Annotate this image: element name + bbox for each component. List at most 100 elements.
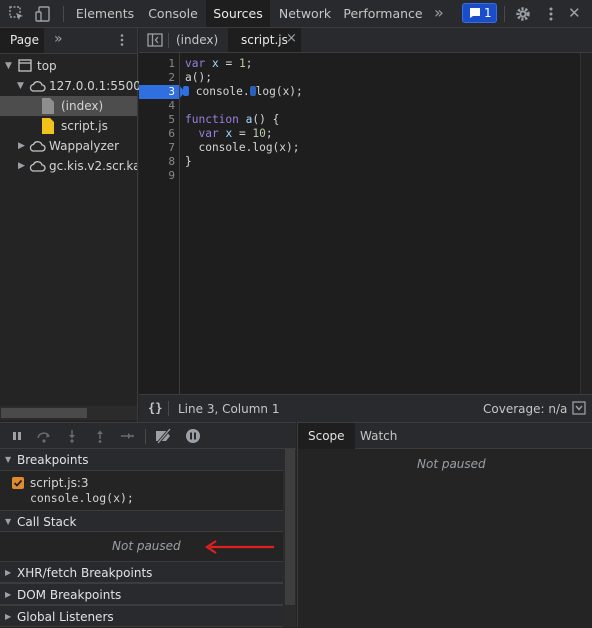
call-stack-content: Not paused bbox=[0, 533, 283, 561]
tab-console[interactable]: Console bbox=[140, 0, 206, 27]
collapsed-arrow-icon: ▶ bbox=[5, 590, 12, 599]
tree-item-label: gc.kis.v2.scr.kasp bbox=[49, 159, 137, 173]
kebab-menu-icon[interactable] bbox=[116, 33, 128, 47]
section-breakpoints[interactable]: ▼ Breakpoints bbox=[0, 449, 283, 471]
line-number[interactable]: 9 bbox=[145, 169, 175, 183]
close-tab-icon[interactable]: × bbox=[286, 31, 297, 46]
more-panels-icon[interactable]: » bbox=[54, 31, 63, 47]
section-title: Global Listeners bbox=[17, 610, 114, 624]
divider bbox=[168, 33, 169, 48]
section-xhr-breakpoints[interactable]: ▶ XHR/fetch Breakpoints bbox=[0, 561, 283, 583]
close-icon[interactable]: ✕ bbox=[568, 4, 586, 22]
tree-item-localhost[interactable]: ▼ 127.0.0.1:5500 bbox=[0, 76, 141, 96]
editor-tab-label: script.js bbox=[241, 33, 288, 47]
coverage-status: Coverage: n/a bbox=[483, 402, 568, 416]
inspect-element-icon[interactable] bbox=[8, 5, 26, 23]
step-out-icon[interactable] bbox=[93, 429, 107, 443]
pretty-print-icon[interactable]: {} bbox=[148, 401, 162, 415]
code-line-2: a(); bbox=[185, 71, 212, 84]
kebab-menu-icon[interactable] bbox=[542, 5, 560, 23]
tab-page-label: Page bbox=[10, 33, 40, 47]
tree-item-kaspersky[interactable]: ▶ gc.kis.v2.scr.kasp bbox=[0, 156, 137, 176]
line-number[interactable]: 4 bbox=[145, 99, 175, 113]
tree-item-label: script.js bbox=[61, 119, 108, 133]
line-number[interactable]: 3 bbox=[145, 85, 175, 99]
expand-arrow-icon[interactable]: ▼ bbox=[17, 76, 27, 96]
section-call-stack[interactable]: ▼ Call Stack bbox=[0, 510, 283, 532]
expand-arrow-icon[interactable]: ▼ bbox=[5, 56, 15, 76]
pause-icon[interactable] bbox=[10, 429, 24, 443]
show-drawer-icon[interactable] bbox=[572, 401, 586, 415]
line-number[interactable]: 6 bbox=[145, 127, 175, 141]
tab-sources[interactable]: Sources bbox=[206, 0, 270, 27]
issues-icon bbox=[469, 7, 481, 19]
breakpoint-item[interactable]: script.js:3 console.log(x); bbox=[0, 471, 283, 509]
divider bbox=[168, 401, 169, 416]
line-number[interactable]: 2 bbox=[145, 71, 175, 85]
scrollbar-thumb[interactable] bbox=[285, 449, 295, 605]
tab-watch[interactable]: Watch bbox=[350, 423, 407, 449]
collapsed-arrow-icon[interactable]: ▶ bbox=[18, 156, 28, 176]
vertical-scrollbar[interactable] bbox=[580, 53, 592, 394]
tree-item-label: Wappalyzer bbox=[49, 139, 120, 153]
tree-item-label: top bbox=[37, 59, 57, 73]
tree-item-index[interactable]: (index) bbox=[0, 96, 137, 116]
code-line-8: } bbox=[185, 155, 192, 168]
step-into-icon[interactable] bbox=[65, 429, 79, 443]
frame-icon bbox=[18, 59, 32, 72]
call-stack-status: Not paused bbox=[112, 539, 181, 553]
code-editor[interactable]: 1 2 3 4 5 6 7 8 9 var x = 1; a(); consol… bbox=[139, 53, 592, 394]
tab-network[interactable]: Network bbox=[270, 0, 340, 27]
scrollbar-thumb[interactable] bbox=[1, 408, 87, 418]
tab-scope[interactable]: Scope bbox=[298, 423, 355, 449]
cursor-position: Line 3, Column 1 bbox=[178, 402, 280, 416]
pause-on-exceptions-icon[interactable] bbox=[185, 428, 200, 443]
scope-watch-pane: Scope Watch Not paused bbox=[297, 422, 592, 627]
tree-item-top[interactable]: ▼ top bbox=[0, 56, 137, 76]
line-gutter[interactable]: 1 2 3 4 5 6 7 8 9 bbox=[139, 53, 180, 394]
editor-tab-script-js[interactable]: script.js × bbox=[228, 28, 301, 52]
horizontal-scrollbar[interactable] bbox=[0, 406, 137, 420]
editor-tab-index[interactable]: (index) bbox=[176, 33, 218, 47]
gear-icon[interactable] bbox=[514, 5, 532, 23]
deactivate-breakpoints-icon[interactable] bbox=[155, 428, 172, 444]
more-tabs-icon[interactable]: » bbox=[434, 4, 452, 22]
debugger-sidebar: ▼ Breakpoints script.js:3 console.log(x)… bbox=[0, 449, 283, 627]
line-number[interactable]: 5 bbox=[145, 113, 175, 127]
collapsed-arrow-icon[interactable]: ▶ bbox=[18, 136, 28, 156]
navigator-header: Page » bbox=[0, 28, 137, 54]
red-arrow-annotation bbox=[204, 540, 276, 554]
tree-item-script-js[interactable]: script.js bbox=[0, 116, 137, 136]
divider bbox=[145, 429, 146, 444]
step-over-icon[interactable] bbox=[36, 429, 50, 443]
file-navigator: Page » ▼ top ▼ 127.0.0.1:5500 (index) sc… bbox=[0, 28, 141, 422]
tree-item-label: 127.0.0.1:5500 bbox=[49, 79, 141, 93]
tab-elements[interactable]: Elements bbox=[70, 0, 140, 27]
section-title: XHR/fetch Breakpoints bbox=[17, 566, 153, 580]
expanded-arrow-icon: ▼ bbox=[5, 455, 12, 464]
cloud-icon bbox=[29, 160, 46, 172]
toolbar-divider bbox=[63, 6, 64, 22]
collapsed-arrow-icon: ▶ bbox=[5, 612, 12, 621]
line-number[interactable]: 7 bbox=[145, 141, 175, 155]
tree-item-wappalyzer[interactable]: ▶ Wappalyzer bbox=[0, 136, 137, 156]
tab-performance[interactable]: Performance bbox=[340, 0, 426, 27]
editor-tab-bar: (index) script.js × bbox=[139, 28, 592, 53]
debugger-toolbar bbox=[0, 422, 296, 449]
section-dom-breakpoints[interactable]: ▶ DOM Breakpoints bbox=[0, 583, 283, 605]
expanded-arrow-icon: ▼ bbox=[5, 517, 12, 526]
breakpoint-checkbox[interactable] bbox=[12, 477, 24, 489]
device-toolbar-icon[interactable] bbox=[34, 5, 52, 23]
collapsed-arrow-icon: ▶ bbox=[5, 568, 12, 577]
tab-page[interactable]: Page bbox=[0, 28, 44, 53]
section-global-listeners[interactable]: ▶ Global Listeners bbox=[0, 605, 283, 627]
code-line-5: function a() { bbox=[185, 113, 280, 126]
js-file-icon bbox=[42, 118, 54, 134]
issues-badge[interactable]: 1 bbox=[462, 3, 497, 23]
toggle-navigator-icon[interactable] bbox=[147, 33, 163, 47]
document-icon bbox=[42, 98, 54, 114]
toolbar-divider bbox=[504, 6, 505, 22]
step-icon[interactable] bbox=[120, 429, 134, 443]
line-number[interactable]: 1 bbox=[145, 57, 175, 71]
line-number[interactable]: 8 bbox=[145, 155, 175, 169]
